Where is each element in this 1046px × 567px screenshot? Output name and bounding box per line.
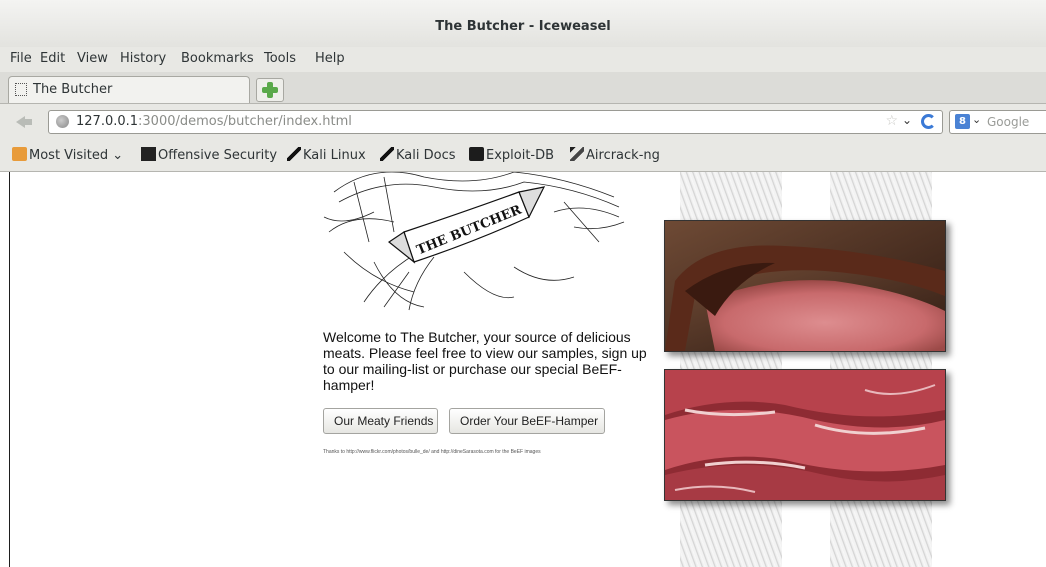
search-engine-dropdown-icon[interactable]: ⌄ <box>972 113 981 126</box>
reload-icon[interactable] <box>921 114 936 129</box>
offensive-security-icon <box>141 147 156 161</box>
folder-icon <box>12 147 27 161</box>
image-credits: Thanks to http://www.flickr.com/photos/b… <box>323 449 541 455</box>
tab-label: The Butcher <box>33 82 113 97</box>
kali-dragon-icon <box>287 147 301 161</box>
meaty-friends-button[interactable]: Our Meaty Friends <box>323 408 438 434</box>
window-titlebar: The Butcher - Iceweasel <box>0 0 1046 47</box>
bookmark-offensive-security[interactable]: Offensive Security <box>141 147 277 163</box>
google-icon[interactable]: 8 <box>955 114 970 129</box>
kali-dragon-icon <box>380 147 394 161</box>
bookmark-kali-docs[interactable]: Kali Docs <box>380 147 456 163</box>
page-favicon-icon <box>15 83 27 96</box>
bookmark-kali-linux[interactable]: Kali Linux <box>287 147 366 163</box>
url-bar[interactable]: 127.0.0.1:3000/demos/butcher/index.html … <box>48 110 943 134</box>
menu-bookmarks[interactable]: Bookmarks <box>181 51 254 66</box>
menu-view[interactable]: View <box>77 51 108 66</box>
welcome-text: Welcome to The Butcher, your source of d… <box>323 329 647 393</box>
search-placeholder[interactable]: Google <box>987 115 1029 129</box>
menu-bar: File Edit View History Bookmarks Tools H… <box>0 47 1046 72</box>
bookmarks-toolbar: Most Visited ⌄ Offensive Security Kali L… <box>0 140 1046 172</box>
menu-history[interactable]: History <box>120 51 166 66</box>
navigation-toolbar: 127.0.0.1:3000/demos/butcher/index.html … <box>0 104 1046 140</box>
bookmark-most-visited[interactable]: Most Visited ⌄ <box>12 147 123 163</box>
butcher-logo: THE BUTCHER <box>323 172 625 311</box>
page-content: THE BUTCHER Welcome to The Butcher, your… <box>9 172 1046 567</box>
tab-the-butcher[interactable]: The Butcher <box>8 76 250 103</box>
search-box[interactable]: 8 ⌄ Google <box>949 110 1046 134</box>
history-dropdown-icon[interactable]: ⌄ <box>902 113 912 127</box>
menu-help[interactable]: Help <box>315 51 345 66</box>
bookmark-star-icon[interactable]: ☆ <box>885 113 898 129</box>
aircrack-icon <box>570 147 584 161</box>
globe-icon <box>56 115 69 128</box>
bookmark-exploit-db[interactable]: Exploit-DB <box>469 147 554 163</box>
roast-beef-image <box>664 220 946 352</box>
back-arrow-icon[interactable] <box>16 116 32 128</box>
new-tab-button[interactable] <box>256 78 284 102</box>
chevron-down-icon: ⌄ <box>108 148 124 163</box>
url-text[interactable]: 127.0.0.1:3000/demos/butcher/index.html <box>76 114 352 129</box>
bookmark-aircrack-ng[interactable]: Aircrack-ng <box>570 147 660 163</box>
exploit-db-icon <box>469 147 484 161</box>
tab-bar: The Butcher <box>0 72 1046 104</box>
raw-steak-image <box>664 369 946 501</box>
menu-file[interactable]: File <box>10 51 32 66</box>
menu-tools[interactable]: Tools <box>264 51 296 66</box>
window-title: The Butcher - Iceweasel <box>435 19 611 34</box>
order-hamper-button[interactable]: Order Your BeEF-Hamper <box>449 408 605 434</box>
menu-edit[interactable]: Edit <box>40 51 65 66</box>
